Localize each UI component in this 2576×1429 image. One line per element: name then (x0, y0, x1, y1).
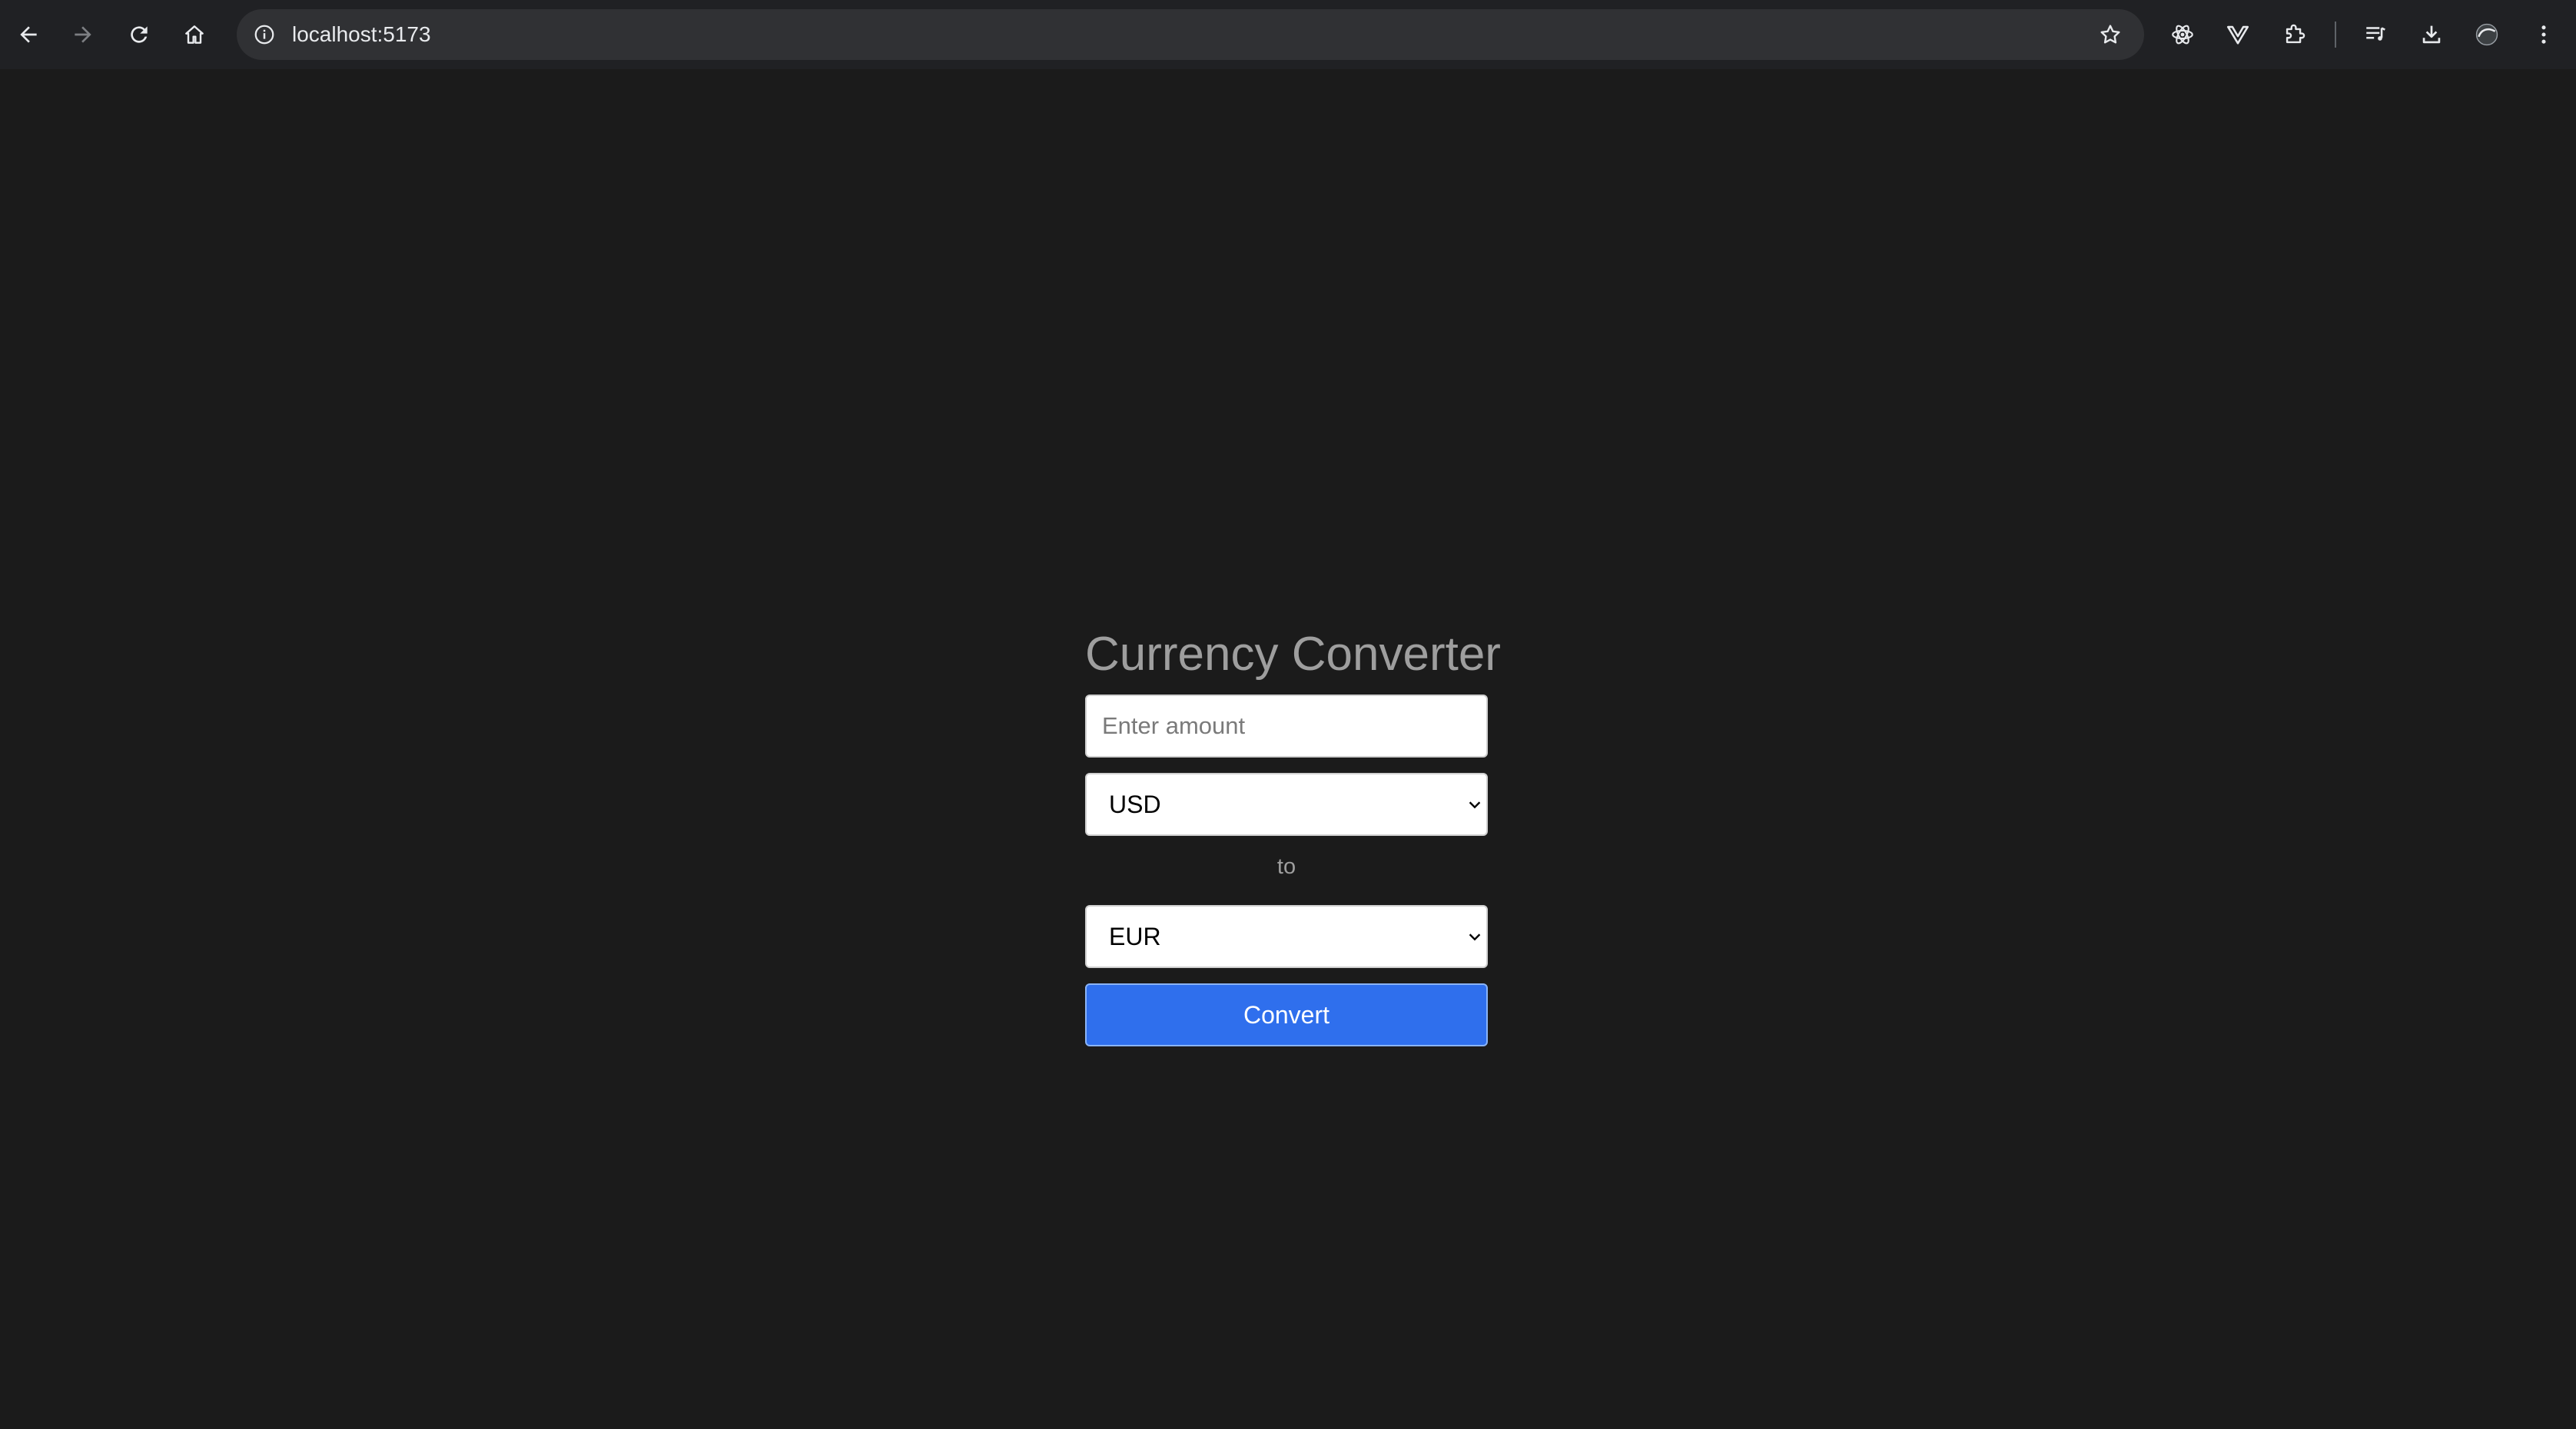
url-text[interactable]: localhost:5173 (292, 9, 431, 60)
media-list-icon (2366, 27, 2385, 41)
address-bar[interactable]: localhost:5173 (237, 9, 2144, 60)
react-devtools-extension[interactable] (2161, 13, 2204, 56)
media-controls-button[interactable] (2355, 13, 2398, 56)
reload-icon (131, 26, 148, 43)
to-label: to (1276, 854, 1296, 879)
convert-button[interactable]: Convert (1085, 983, 1488, 1046)
from-currency-value: USD (1109, 791, 1161, 818)
site-info-button[interactable] (247, 18, 281, 51)
to-currency-select[interactable]: EUR (1085, 905, 1488, 968)
home-icon (185, 25, 204, 44)
arrow-right-icon (75, 26, 91, 43)
to-currency-value: EUR (1109, 923, 1161, 950)
profile-icon (2475, 23, 2498, 46)
menu-icon (2541, 25, 2546, 44)
reload-button[interactable] (118, 13, 161, 56)
bookmark-button[interactable] (2093, 18, 2127, 51)
vue-devtools-extension[interactable] (2216, 13, 2259, 56)
react-icon (2172, 25, 2193, 45)
profile-button[interactable] (2465, 13, 2508, 56)
back-button[interactable] (7, 13, 50, 56)
forward-button[interactable] (61, 13, 105, 56)
menu-button[interactable] (2522, 13, 2565, 56)
download-icon (2422, 25, 2441, 44)
page-title: Currency Converter (1085, 628, 1501, 681)
chevron-down-icon (1469, 801, 1481, 809)
from-currency-select[interactable]: USD (1085, 773, 1488, 836)
star-icon (2100, 25, 2120, 44)
puzzle-icon (2286, 24, 2305, 44)
toolbar-divider (2335, 22, 2336, 48)
info-icon (254, 25, 274, 45)
browser-toolbar: localhost:5173 (0, 0, 2576, 69)
downloads-button[interactable] (2410, 13, 2453, 56)
chevron-down-icon (1469, 933, 1481, 941)
page-content: Currency Converter USD to EUR Convert (0, 69, 2576, 1429)
extensions-button[interactable] (2273, 13, 2316, 56)
vue-icon (2226, 25, 2249, 45)
amount-input[interactable] (1085, 695, 1488, 758)
home-button[interactable] (173, 13, 216, 56)
arrow-left-icon (20, 26, 37, 43)
